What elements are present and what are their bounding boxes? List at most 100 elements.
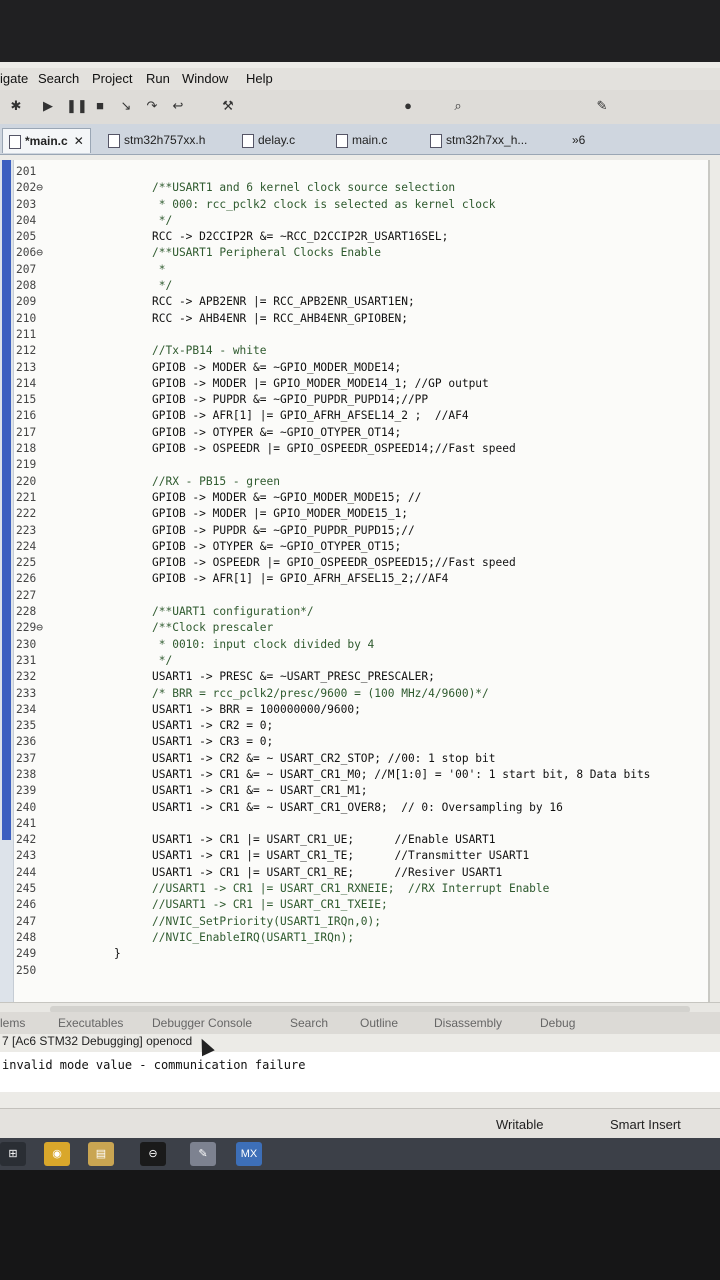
resume-icon[interactable]: ▶ bbox=[40, 98, 56, 114]
code-line[interactable]: 228 /**UART1 configuration*/ bbox=[16, 604, 706, 620]
code-line[interactable]: 214 GPIOB -> MODER |= GPIO_MODER_MODE14_1… bbox=[16, 376, 706, 392]
line-number: 242 bbox=[16, 833, 37, 847]
code-text: */ bbox=[152, 279, 173, 293]
code-line[interactable]: 232 USART1 -> PRESC &= ~USART_PRESC_PRESC… bbox=[16, 669, 706, 685]
tab-overflow-chevron[interactable]: »6 bbox=[566, 128, 591, 152]
tab-main-c-modified[interactable]: *main.c ✕ bbox=[2, 128, 91, 153]
code-text: GPIOB -> MODER &= ~GPIO_MODER_MODE15; // bbox=[152, 490, 422, 504]
step-into-icon[interactable]: ↘ bbox=[118, 98, 134, 114]
code-line[interactable]: 207 * bbox=[16, 262, 706, 278]
media-icon[interactable]: ⊖ bbox=[140, 1142, 166, 1166]
code-line[interactable]: 225 GPIOB -> OSPEEDR |= GPIO_OSPEEDR_OSPE… bbox=[16, 555, 706, 571]
code-line[interactable]: 221 GPIOB -> MODER &= ~GPIO_MODER_MODE15;… bbox=[16, 490, 706, 506]
code-line[interactable]: 230 * 0010: input clock divided by 4 bbox=[16, 637, 706, 653]
tab-debugger-console[interactable]: Debugger Console bbox=[152, 1016, 252, 1030]
code-line[interactable]: 242 USART1 -> CR1 |= USART_CR1_UE; //Enab… bbox=[16, 832, 706, 848]
code-line[interactable]: 235 USART1 -> CR2 = 0; bbox=[16, 718, 706, 734]
code-line[interactable]: 201 bbox=[16, 164, 706, 180]
code-line[interactable]: 250 bbox=[16, 963, 706, 979]
tab-main-c[interactable]: main.c bbox=[330, 128, 393, 152]
code-line[interactable]: 224 GPIOB -> OTYPER &= ~GPIO_OTYPER_OT15; bbox=[16, 539, 706, 555]
settings-icon[interactable]: ✎ bbox=[190, 1142, 216, 1166]
code-line[interactable]: 212 //Tx-PB14 - white bbox=[16, 343, 706, 359]
taskbar: ⊞ ◉ ▤ ⊖ ✎ MX bbox=[0, 1138, 720, 1170]
menu-search[interactable]: Search bbox=[38, 71, 79, 86]
terminate-icon[interactable]: ■ bbox=[92, 98, 108, 114]
close-icon[interactable]: ✕ bbox=[74, 134, 84, 148]
line-number: 235 bbox=[16, 719, 37, 733]
tab-outline[interactable]: Outline bbox=[360, 1016, 398, 1030]
pin-icon[interactable]: ✎ bbox=[594, 98, 610, 114]
menu-window[interactable]: Window bbox=[182, 71, 228, 86]
code-line[interactable]: 234 USART1 -> BRR = 100000000/9600; bbox=[16, 702, 706, 718]
code-line[interactable]: 203 * 000: rcc_pclk2 clock is selected a… bbox=[16, 197, 706, 213]
code-line[interactable]: 206⊖ /**USART1 Peripheral Clocks Enable bbox=[16, 245, 706, 261]
tab-problems[interactable]: lems bbox=[0, 1016, 25, 1030]
code-line[interactable]: 215 GPIOB -> PUPDR &= ~GPIO_PUPDR_PUPD14;… bbox=[16, 392, 706, 408]
code-line[interactable]: 243 USART1 -> CR1 |= USART_CR1_TE; //Tran… bbox=[16, 848, 706, 864]
search-icon[interactable]: ⌕ bbox=[450, 98, 466, 114]
step-return-icon[interactable]: ↩ bbox=[170, 98, 186, 114]
tab-executables[interactable]: Executables bbox=[58, 1016, 123, 1030]
tab-search[interactable]: Search bbox=[290, 1016, 328, 1030]
code-line[interactable]: 218 GPIOB -> OSPEEDR |= GPIO_OSPEEDR_OSPE… bbox=[16, 441, 706, 457]
console-output[interactable]: invalid mode value - communication failu… bbox=[0, 1052, 720, 1092]
file-explorer-icon[interactable]: ▤ bbox=[88, 1142, 114, 1166]
menu-help[interactable]: Help bbox=[246, 71, 273, 86]
code-line[interactable]: 227 bbox=[16, 588, 706, 604]
code-line[interactable]: 233 /* BRR = rcc_pclk2/presc/9600 = (100 … bbox=[16, 686, 706, 702]
code-line[interactable]: 223 GPIOB -> PUPDR &= ~GPIO_PUPDR_PUPD15;… bbox=[16, 523, 706, 539]
run-icon[interactable]: ● bbox=[400, 98, 416, 114]
debug-icon[interactable]: ✱ bbox=[8, 98, 24, 114]
step-over-icon[interactable]: ↷ bbox=[144, 98, 160, 114]
code-line[interactable]: 220 //RX - PB15 - green bbox=[16, 474, 706, 490]
line-number: 234 bbox=[16, 702, 37, 716]
code-line[interactable]: 241 bbox=[16, 816, 706, 832]
code-line[interactable]: 202⊖ /**USART1 and 6 kernel clock source … bbox=[16, 180, 706, 196]
menu-navigate[interactable]: igate bbox=[0, 71, 28, 86]
code-line[interactable]: 222 GPIOB -> MODER |= GPIO_MODER_MODE15_1… bbox=[16, 506, 706, 522]
tab-debug[interactable]: Debug bbox=[540, 1016, 575, 1030]
code-line[interactable]: 236 USART1 -> CR3 = 0; bbox=[16, 734, 706, 750]
chrome-icon[interactable]: ◉ bbox=[44, 1142, 70, 1166]
code-line[interactable]: 219 bbox=[16, 457, 706, 473]
code-line[interactable]: 247 //NVIC_SetPriority(USART1_IRQn,0); bbox=[16, 914, 706, 930]
code-line[interactable]: 213 GPIOB -> MODER &= ~GPIO_MODER_MODE14; bbox=[16, 360, 706, 376]
code-line[interactable]: 240 USART1 -> CR1 &= ~ USART_CR1_OVER8; /… bbox=[16, 800, 706, 816]
line-number: 217 bbox=[16, 425, 37, 439]
code-line[interactable]: 239 USART1 -> CR1 &= ~ USART_CR1_M1; bbox=[16, 783, 706, 799]
tab-stm32h7xx-h[interactable]: stm32h7xx_h... bbox=[424, 128, 533, 152]
line-number: 237 bbox=[16, 751, 37, 765]
build-icon[interactable]: ⚒ bbox=[220, 98, 236, 114]
menu-project[interactable]: Project bbox=[92, 71, 132, 86]
code-line[interactable]: 205 RCC -> D2CCIP2R &= ~RCC_D2CCIP2R_USAR… bbox=[16, 229, 706, 245]
code-line[interactable]: 216 GPIOB -> AFR[1] |= GPIO_AFRH_AFSEL14_… bbox=[16, 408, 706, 424]
tab-stm32h757xx-h[interactable]: stm32h757xx.h bbox=[102, 128, 211, 152]
code-line[interactable]: 211 bbox=[16, 327, 706, 343]
line-number: 218 bbox=[16, 442, 37, 456]
code-line[interactable]: 204 */ bbox=[16, 213, 706, 229]
code-line[interactable]: 238 USART1 -> CR1 &= ~ USART_CR1_M0; //M[… bbox=[16, 767, 706, 783]
windows-start-icon[interactable]: ⊞ bbox=[0, 1142, 26, 1166]
code-line[interactable]: 209 RCC -> APB2ENR |= RCC_APB2ENR_USART1E… bbox=[16, 294, 706, 310]
tab-disassembly[interactable]: Disassembly bbox=[434, 1016, 502, 1030]
code-line[interactable]: 249} bbox=[16, 946, 706, 962]
code-line[interactable]: 244 USART1 -> CR1 |= USART_CR1_RE; //Resi… bbox=[16, 865, 706, 881]
suspend-icon[interactable]: ❚❚ bbox=[66, 98, 88, 114]
code-line[interactable]: 210 RCC -> AHB4ENR |= RCC_AHB4ENR_GPIOBEN… bbox=[16, 311, 706, 327]
menu-run[interactable]: Run bbox=[146, 71, 170, 86]
code-line[interactable]: 248 //NVIC_EnableIRQ(USART1_IRQn); bbox=[16, 930, 706, 946]
code-line[interactable]: 246 //USART1 -> CR1 |= USART_CR1_TXEIE; bbox=[16, 897, 706, 913]
stm32cubemx-icon[interactable]: MX bbox=[236, 1142, 262, 1166]
code-line[interactable]: 226 GPIOB -> AFR[1] |= GPIO_AFRH_AFSEL15_… bbox=[16, 571, 706, 587]
code-line[interactable]: 237 USART1 -> CR2 &= ~ USART_CR2_STOP; //… bbox=[16, 751, 706, 767]
code-line[interactable]: 229⊖ /**Clock prescaler bbox=[16, 620, 706, 636]
tab-delay-c[interactable]: delay.c bbox=[236, 128, 301, 152]
code-editor[interactable]: 201 202⊖ /**USART1 and 6 kernel clock sour… bbox=[0, 160, 710, 1002]
code-line[interactable]: 245 //USART1 -> CR1 |= USART_CR1_RXNEIE; … bbox=[16, 881, 706, 897]
code-text: USART1 -> CR1 |= USART_CR1_UE; //Enable … bbox=[152, 833, 496, 847]
code-line[interactable]: 217 GPIOB -> OTYPER &= ~GPIO_OTYPER_OT14; bbox=[16, 425, 706, 441]
code-line[interactable]: 231 */ bbox=[16, 653, 706, 669]
code-line[interactable]: 208 */ bbox=[16, 278, 706, 294]
